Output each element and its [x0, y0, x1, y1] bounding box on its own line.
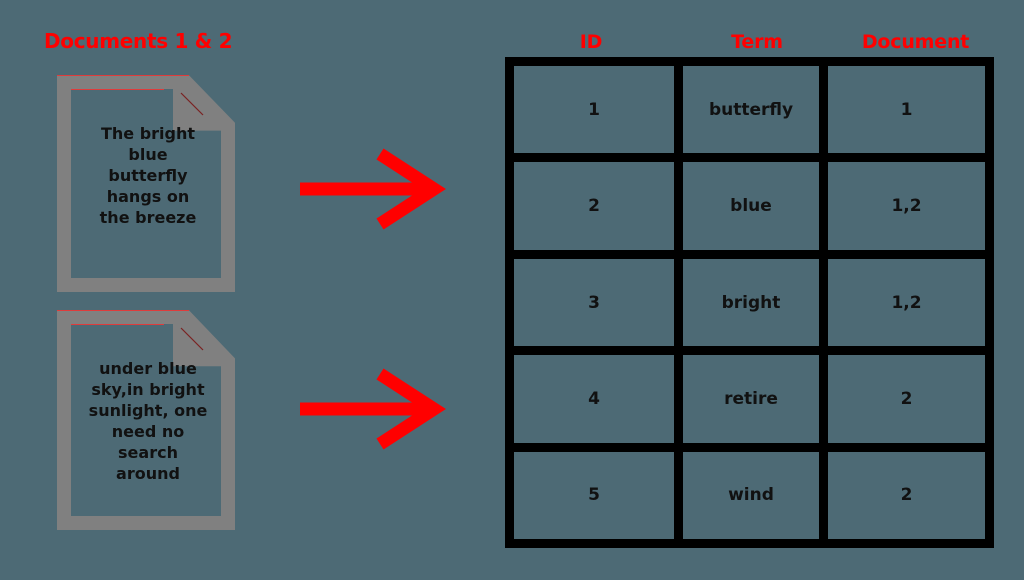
cell-term: butterfly	[683, 66, 819, 154]
cell-term: wind	[683, 451, 819, 540]
table-row: 2 blue 1,2	[514, 162, 985, 250]
table-row: 3 bright 1,2	[514, 258, 985, 347]
document-1: The bright blue butterfly hangs on the b…	[57, 75, 235, 292]
cell-document: 1	[828, 66, 985, 154]
cell-term: retire	[683, 355, 819, 443]
cell-document: 2	[828, 451, 985, 540]
cell-id: 1	[514, 66, 674, 154]
table-row: 1 butterfly 1	[514, 66, 985, 154]
column-header-term: Term	[731, 31, 783, 53]
arrow-right-icon	[300, 148, 446, 230]
document-top-accent-line	[57, 75, 189, 76]
document-2: under blue sky,in bright sunlight, one n…	[57, 310, 235, 530]
document-top-accent-line	[57, 310, 189, 311]
cell-term: blue	[683, 162, 819, 250]
index-table: 1 butterfly 1 2 blue 1,2 3 bright 1,2 4 …	[505, 57, 994, 548]
cell-document: 2	[828, 355, 985, 443]
cell-id: 5	[514, 451, 674, 540]
cell-id: 2	[514, 162, 674, 250]
cell-id: 3	[514, 258, 674, 347]
document-inner-accent-line	[71, 89, 164, 90]
documents-heading: Documents 1 & 2	[44, 29, 233, 53]
column-header-id: ID	[579, 31, 603, 53]
cell-document: 1,2	[828, 258, 985, 347]
column-header-document: Document	[861, 31, 970, 53]
table-row: 5 wind 2	[514, 451, 985, 540]
document-1-text: The bright blue butterfly hangs on the b…	[99, 124, 197, 227]
cell-document: 1,2	[828, 162, 985, 250]
arrow-right-icon	[300, 368, 446, 450]
document-inner-accent-line	[71, 324, 164, 325]
cell-term: bright	[683, 258, 819, 347]
cell-id: 4	[514, 355, 674, 443]
table-row: 4 retire 2	[514, 355, 985, 443]
index-table-headers: ID Term Document	[505, 29, 994, 55]
document-2-text: under blue sky,in bright sunlight, one n…	[88, 359, 208, 483]
diagram-canvas: Documents 1 & 2 The bright blue butterfl…	[0, 0, 1024, 580]
